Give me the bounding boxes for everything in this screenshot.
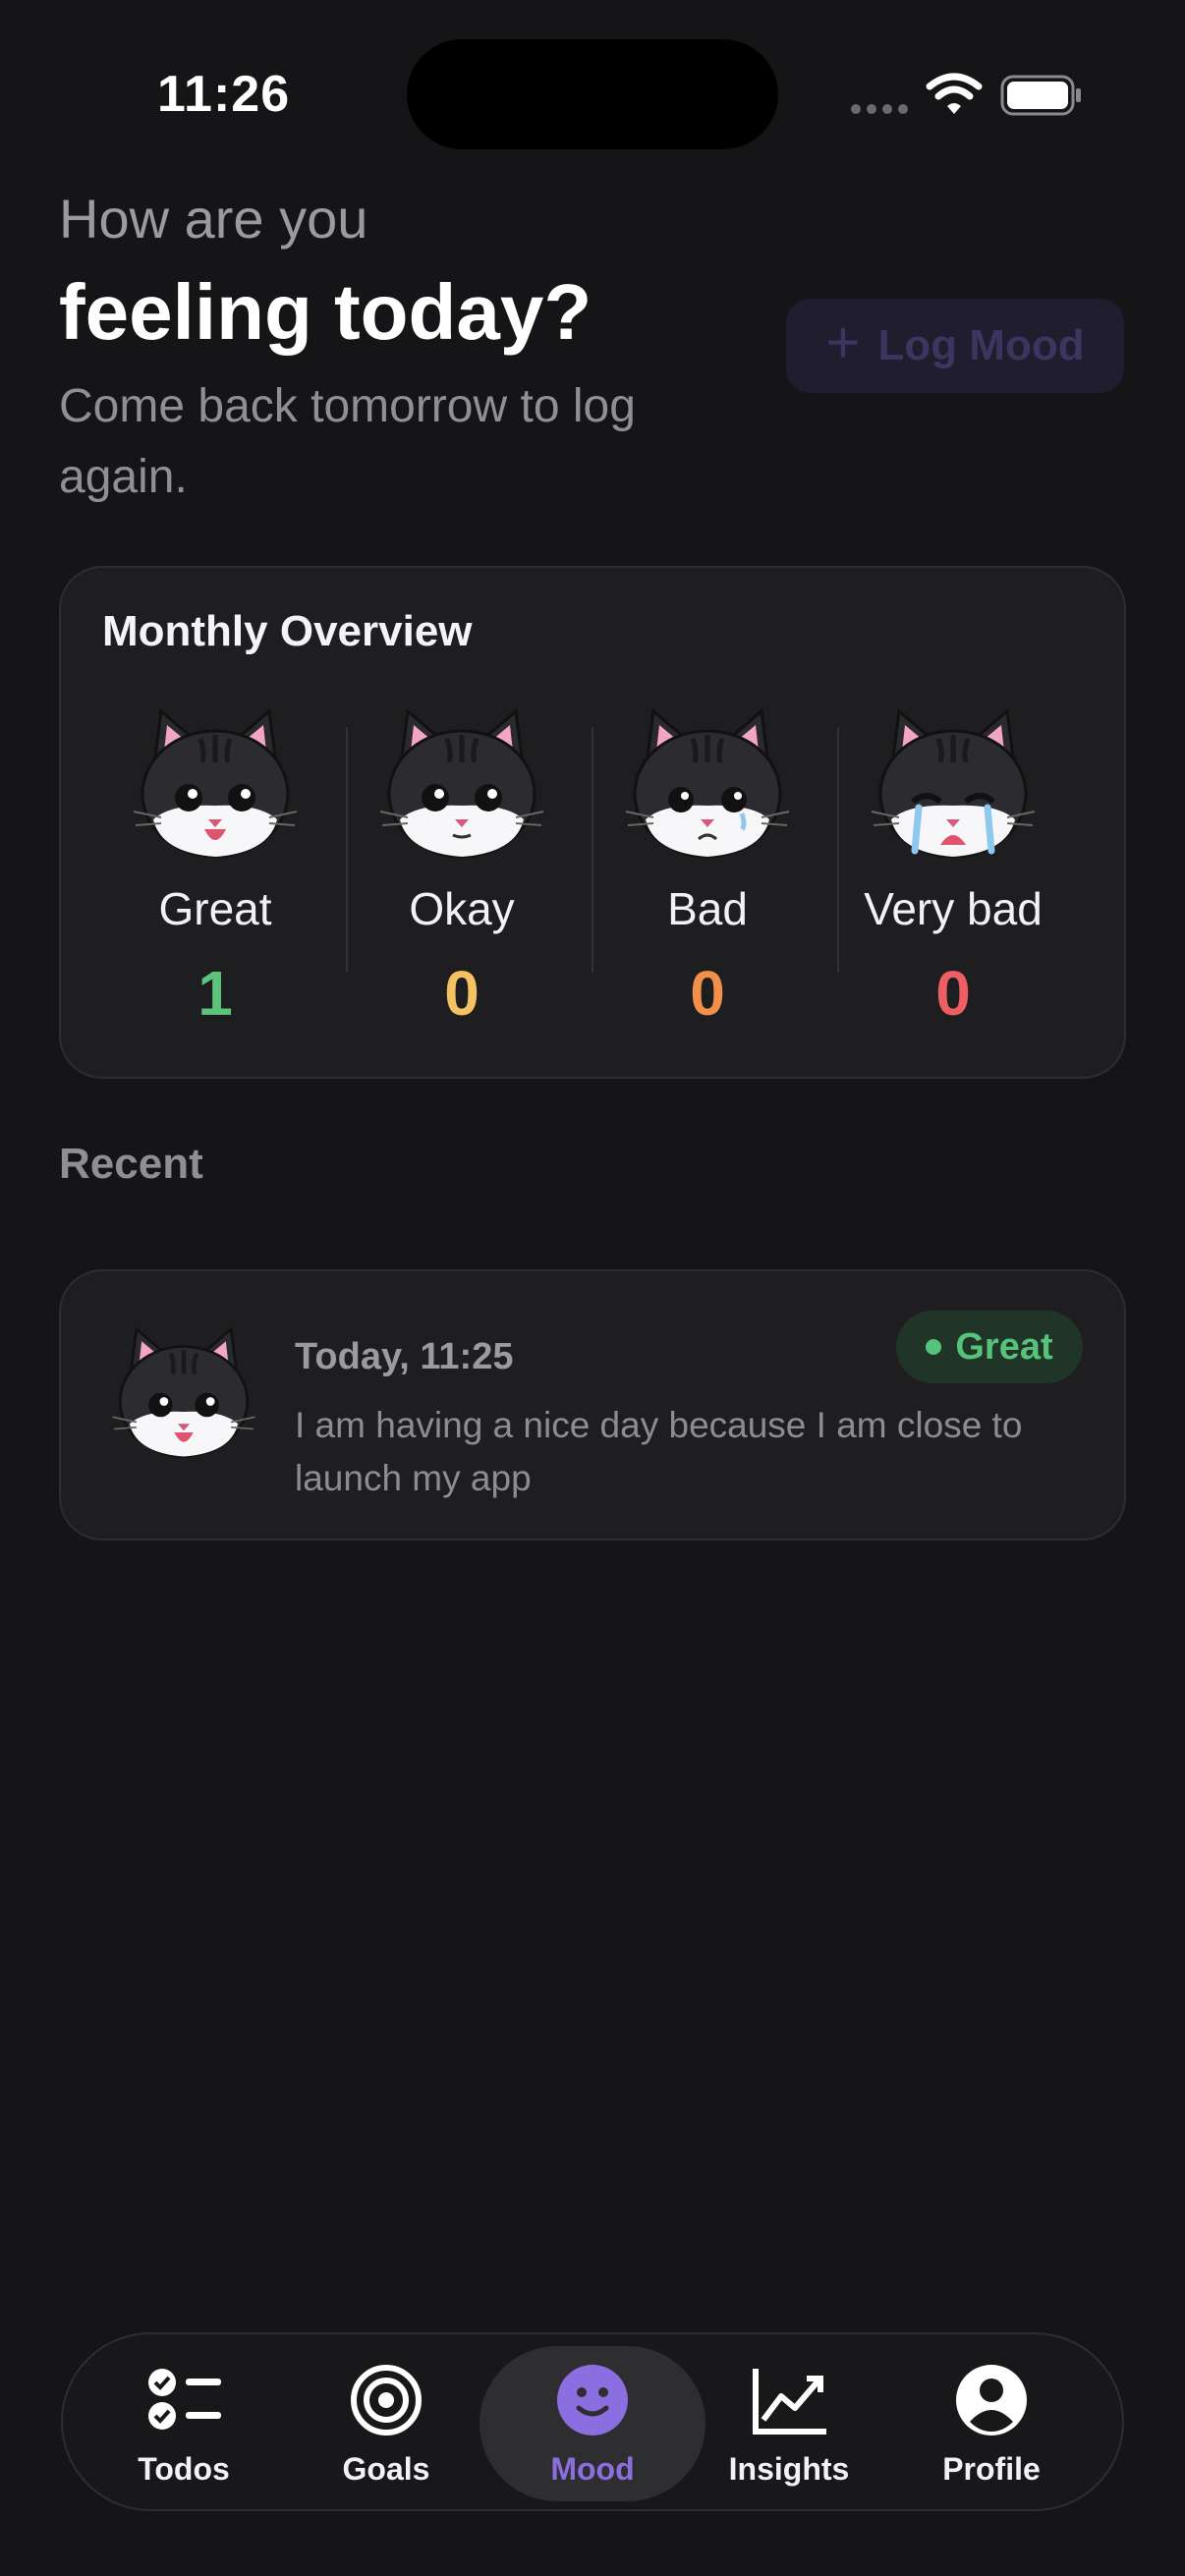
tab-label: Goals (342, 2450, 430, 2487)
tab-mood[interactable]: Mood (480, 2346, 705, 2501)
mood-count: 0 (935, 958, 971, 1029)
dynamic-island (407, 39, 778, 149)
mood-entry-card[interactable]: Today, 11:25 Great I am having a nice da… (59, 1269, 1126, 1540)
mood-label: Bad (667, 883, 748, 934)
page-title: feeling today? (59, 268, 592, 356)
entry-note: I am having a nice day because I am clos… (295, 1405, 1023, 1498)
mood-count: 0 (444, 958, 480, 1029)
chart-icon (753, 2368, 826, 2435)
monthly-overview-card: Monthly Overview Great 1 Okay 0 Bad 0 Ve… (59, 566, 1126, 1079)
tab-insights[interactable]: Insights (688, 2334, 890, 2513)
cat-sad-icon (624, 703, 791, 861)
greeting-line-1: How are you (59, 188, 368, 250)
plus-icon: + (825, 309, 861, 375)
cat-neutral-icon (378, 703, 545, 861)
checklist-icon (148, 2368, 221, 2430)
mood-badge-label: Great (955, 1325, 1053, 1368)
status-time: 11:26 (157, 66, 291, 123)
log-mood-label: Log Mood (877, 321, 1085, 369)
entry-timestamp: Today, 11:25 (295, 1336, 514, 1377)
monthly-overview-title: Monthly Overview (102, 607, 473, 655)
cat-happy-icon (132, 703, 299, 861)
log-mood-button[interactable]: + Log Mood (786, 299, 1124, 393)
recent-section-title: Recent (59, 1140, 203, 1188)
mood-label: Great (158, 883, 272, 934)
mood-stat-great: Great 1 (92, 703, 338, 1030)
tab-label: Mood (550, 2450, 635, 2487)
tab-label: Todos (138, 2450, 230, 2487)
mood-count: 0 (690, 958, 725, 1029)
wifi-icon (926, 73, 983, 114)
mood-badge: Great (896, 1311, 1083, 1383)
tab-goals[interactable]: Goals (285, 2334, 487, 2513)
mood-label: Very bad (864, 883, 1043, 934)
bottom-tab-bar: Todos Goals Mood Insights Profile (61, 2332, 1124, 2511)
mood-count: 1 (198, 958, 233, 1029)
cat-happy-icon (110, 1322, 257, 1460)
mood-label: Okay (409, 883, 515, 934)
cat-crying-icon (870, 703, 1037, 861)
mood-stat-bad: Bad 0 (585, 703, 830, 1030)
target-icon (351, 2364, 422, 2436)
smiley-icon (557, 2364, 628, 2436)
tab-profile[interactable]: Profile (890, 2334, 1093, 2513)
tab-label: Profile (942, 2450, 1041, 2487)
greeting-subtitle: Come back tomorrow to log again. (59, 380, 636, 503)
tab-label: Insights (728, 2450, 850, 2487)
mood-stat-very-bad: Very bad 0 (830, 703, 1076, 1030)
person-icon (956, 2364, 1027, 2436)
mood-stat-okay: Okay 0 (339, 703, 585, 1030)
tab-todos[interactable]: Todos (83, 2334, 285, 2513)
battery-icon (1000, 75, 1081, 116)
cellular-signal-icon (851, 104, 908, 114)
status-dot-icon (926, 1339, 942, 1355)
